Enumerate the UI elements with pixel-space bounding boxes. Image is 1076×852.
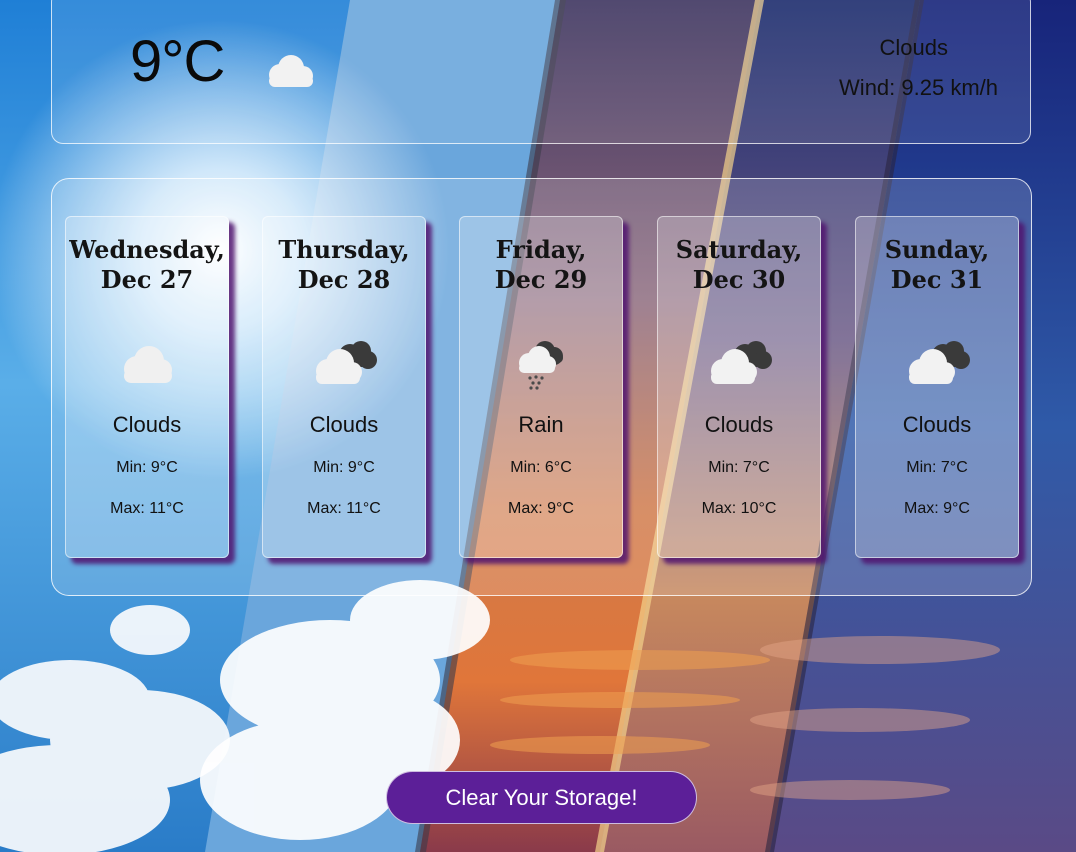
- current-condition: Clouds: [879, 35, 948, 60]
- forecast-max: Max: 11°C: [307, 500, 381, 517]
- clear-storage-button[interactable]: Clear Your Storage!: [386, 771, 697, 824]
- forecast-date: Wednesday, Dec 27: [66, 235, 228, 295]
- forecast-card: Friday, Dec 29 Rain Min: 6°C Max: 9°C: [459, 216, 623, 558]
- forecast-day-name: Thursday,: [278, 235, 410, 264]
- forecast-card: Thursday, Dec 28 Clouds Min: 9°C Max: 11…: [262, 216, 426, 558]
- forecast-condition: Clouds: [112, 412, 182, 437]
- forecast-condition: Clouds: [902, 412, 972, 437]
- forecast-day-name: Friday,: [495, 235, 587, 264]
- forecast-panel: Wednesday, Dec 27 Clouds Min: 9°C Max: 1…: [51, 178, 1032, 596]
- rain-cloud-icon: [501, 335, 581, 391]
- current-weather-panel: 9°C Clouds Wind: 9.25 km/h: [51, 0, 1031, 144]
- forecast-card: Saturday, Dec 30 Clouds Min: 7°C Max: 10…: [657, 216, 821, 558]
- forecast-day-name: Sunday,: [884, 235, 990, 264]
- forecast-card: Sunday, Dec 31 Clouds Min: 7°C Max: 9°C: [855, 216, 1019, 558]
- forecast-day-date: Dec 27: [100, 265, 194, 294]
- forecast-condition: Rain: [518, 412, 564, 437]
- forecast-day-date: Dec 29: [494, 265, 588, 294]
- forecast-day-date: Dec 28: [297, 265, 391, 294]
- forecast-day-name: Saturday,: [675, 235, 803, 264]
- forecast-min: Min: 7°C: [708, 459, 770, 476]
- forecast-min: Min: 9°C: [313, 459, 375, 476]
- forecast-condition: Clouds: [704, 412, 774, 437]
- current-temperature: 9°C: [130, 29, 225, 94]
- forecast-condition: Clouds: [309, 412, 379, 437]
- forecast-min: Min: 6°C: [510, 459, 572, 476]
- forecast-max: Max: 9°C: [904, 500, 970, 517]
- forecast-card: Wednesday, Dec 27 Clouds Min: 9°C Max: 1…: [65, 216, 229, 558]
- forecast-date: Thursday, Dec 28: [263, 235, 425, 295]
- forecast-min: Min: 9°C: [116, 459, 178, 476]
- cloud-icon: [260, 51, 318, 91]
- forecast-date: Friday, Dec 29: [460, 235, 622, 295]
- current-wind: Wind: 9.25 km/h: [839, 75, 998, 100]
- forecast-max: Max: 9°C: [508, 500, 574, 517]
- forecast-max: Max: 10°C: [701, 500, 777, 517]
- forecast-day-date: Dec 31: [890, 265, 984, 294]
- dark-clouds-icon: [304, 335, 384, 391]
- forecast-date: Saturday, Dec 30: [658, 235, 820, 295]
- cloud-icon: [107, 335, 187, 391]
- forecast-day-date: Dec 30: [692, 265, 786, 294]
- forecast-date: Sunday, Dec 31: [856, 235, 1018, 295]
- forecast-max: Max: 11°C: [110, 500, 184, 517]
- dark-clouds-icon: [699, 335, 779, 391]
- forecast-day-name: Wednesday,: [69, 235, 225, 264]
- forecast-min: Min: 7°C: [906, 459, 968, 476]
- dark-clouds-icon: [897, 335, 977, 391]
